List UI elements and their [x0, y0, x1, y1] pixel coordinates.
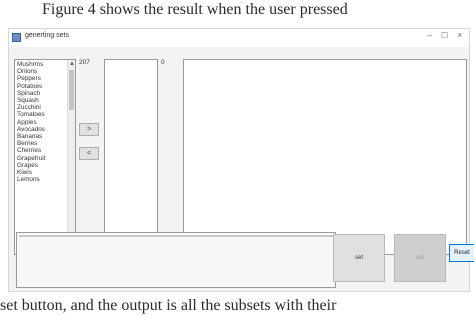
list-item[interactable]: Bananas: [17, 133, 67, 140]
close-icon[interactable]: ×: [457, 30, 462, 40]
list-scrollbar[interactable]: ▲ ▼: [67, 60, 75, 254]
output-text-area: [19, 235, 333, 285]
minimize-icon[interactable]: –: [427, 30, 432, 40]
caption-bottom: set button, and the output is all the su…: [0, 297, 337, 314]
items-count: 207: [79, 59, 90, 66]
reset-button[interactable]: Reset: [449, 244, 474, 262]
output-textbox[interactable]: [16, 232, 336, 288]
move-left-button[interactable]: <: [79, 147, 99, 160]
list-item[interactable]: Grapes: [17, 162, 67, 169]
result-listbox[interactable]: [183, 59, 467, 255]
items-list: Mushrms Onions Peppers Potatoes Spinach Squas…: [17, 61, 67, 183]
list-item[interactable]: Cherries: [17, 147, 67, 154]
list-item[interactable]: Peppers: [17, 75, 67, 82]
scroll-thumb[interactable]: [69, 70, 74, 110]
move-right-button[interactable]: >: [79, 123, 99, 136]
list-item[interactable]: Potatoes: [17, 83, 67, 90]
list-item[interactable]: Mushrms: [17, 61, 67, 68]
list-item[interactable]: Lemons: [17, 176, 67, 183]
caption-top: Figure 4 shows the result when the user …: [42, 1, 348, 18]
list-item[interactable]: Apples: [17, 119, 67, 126]
set-button[interactable]: set: [333, 234, 385, 282]
list-item[interactable]: Squash: [17, 97, 67, 104]
maximize-icon[interactable]: ☐: [441, 31, 448, 40]
scroll-up-icon[interactable]: ▲: [68, 60, 75, 68]
list-item[interactable]: Onions: [17, 68, 67, 75]
list-item[interactable]: Zucchini: [17, 104, 67, 111]
app-window: generting sets – ☐ × Mushrms Onions Pepper…: [8, 28, 474, 292]
list-item[interactable]: Kiwis: [17, 169, 67, 176]
subsets-count: 0: [161, 59, 165, 66]
window-title: generting sets: [25, 32, 69, 39]
list-item[interactable]: Grapefruit: [17, 155, 67, 162]
title-bar: generting sets – ☐ ×: [9, 29, 469, 47]
list-item[interactable]: Spinach: [17, 90, 67, 97]
selected-items-listbox[interactable]: [104, 59, 158, 255]
items-listbox[interactable]: Mushrms Onions Peppers Potatoes Spinach Squas…: [14, 59, 76, 255]
list-item[interactable]: Avocados: [17, 126, 67, 133]
list-item[interactable]: Tomatoes: [17, 111, 67, 118]
list-item[interactable]: Berries: [17, 140, 67, 147]
disabled-button[interactable]: set: [394, 234, 446, 282]
app-icon: [12, 33, 21, 42]
